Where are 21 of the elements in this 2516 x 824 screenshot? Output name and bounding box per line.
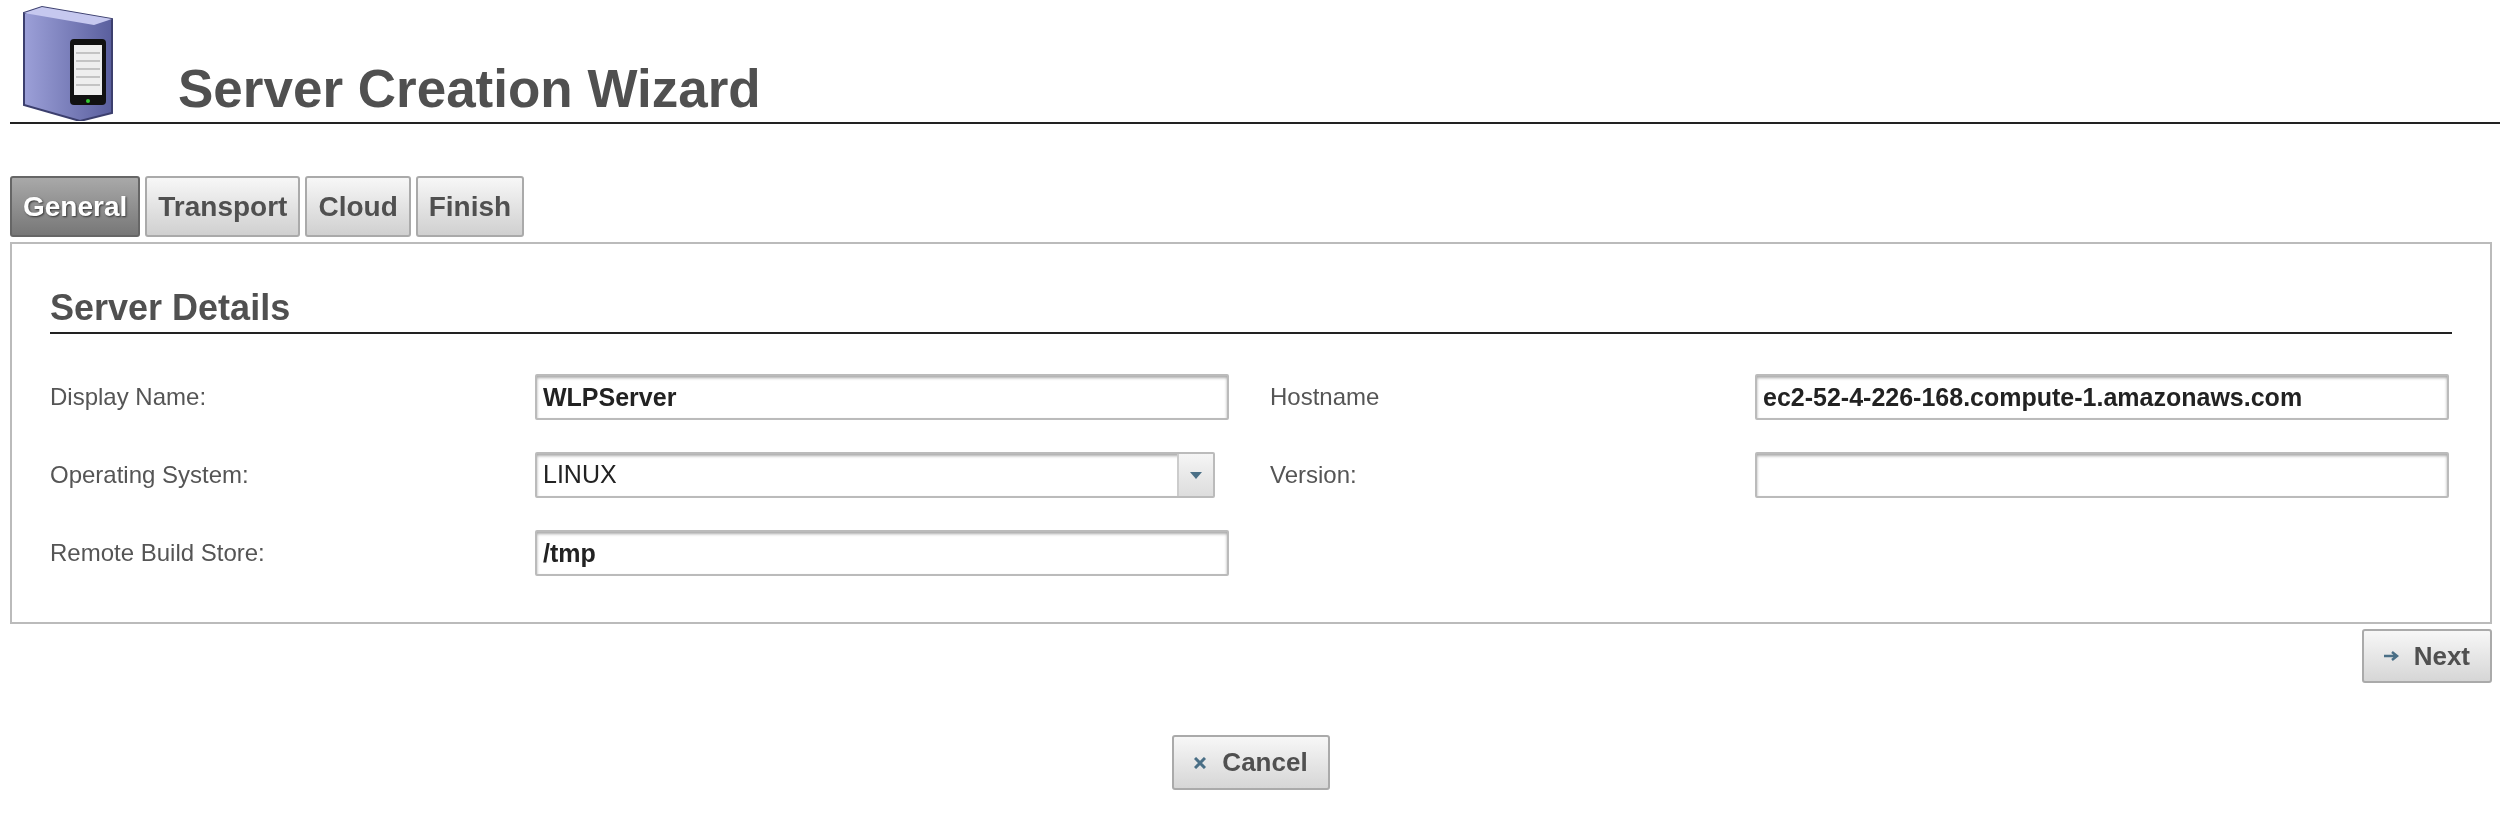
- field-label: Operating System:: [50, 460, 250, 490]
- next-button[interactable]: Next: [2361, 629, 2492, 683]
- field-label: Remote Build Store:: [50, 538, 266, 568]
- dropdown-field[interactable]: LINUX: [535, 452, 1215, 498]
- cancel-button[interactable]: Cancel: [1172, 735, 1330, 790]
- field-label: Hostname: [1269, 382, 1381, 412]
- section-title: Server Details: [50, 290, 2452, 334]
- tab[interactable]: Finish: [415, 176, 525, 237]
- server-computer-icon: [20, 5, 116, 121]
- arrow-right-icon: [2383, 651, 2400, 661]
- text-field[interactable]: [1755, 452, 2449, 498]
- field-label: Display Name:: [50, 382, 208, 412]
- text-field[interactable]: WLPServer: [535, 374, 1229, 420]
- tab[interactable]: Transport: [145, 176, 301, 237]
- tab[interactable]: Cloud: [305, 176, 411, 237]
- close-icon: [1194, 756, 1207, 769]
- text-field[interactable]: /tmp: [535, 530, 1229, 576]
- window-title: Server Creation Wizard: [178, 62, 761, 115]
- dropdown-caret-icon: [1190, 471, 1202, 479]
- text-field[interactable]: ec2-52-4-226-168.compute-1.amazonaws.com: [1755, 374, 2449, 420]
- field-label: Version:: [1269, 460, 1358, 490]
